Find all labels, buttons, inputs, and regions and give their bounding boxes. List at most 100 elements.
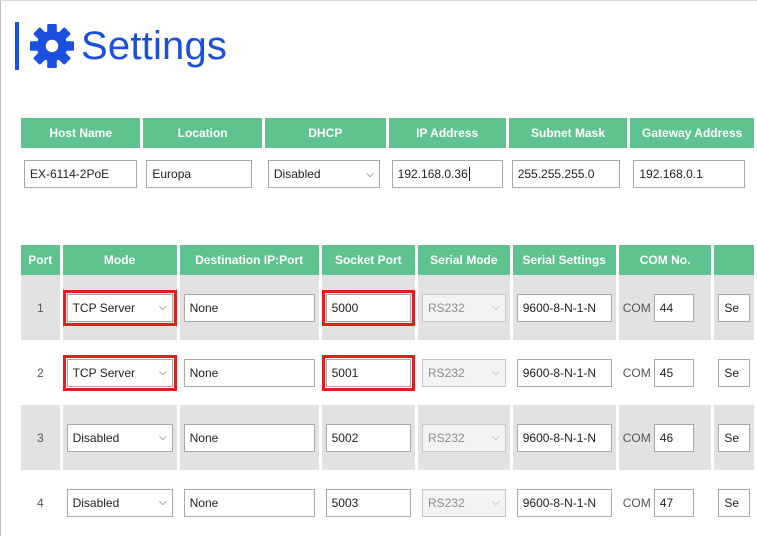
com-cell: COM 47 bbox=[618, 470, 712, 535]
mode-value: TCP Server bbox=[72, 300, 136, 315]
serial-settings-cell: 9600-8-N-1-N bbox=[512, 275, 616, 340]
destination-value: None bbox=[189, 430, 219, 445]
serial-settings-input[interactable]: 9600-8-N-1-N bbox=[516, 423, 612, 452]
mode-value: Disabled bbox=[72, 495, 120, 510]
extra-cell: Se bbox=[714, 470, 754, 535]
header-com-no: COM No. bbox=[618, 245, 712, 275]
mode-select[interactable]: Disabled ⌵ bbox=[66, 423, 173, 452]
destination-input[interactable]: None bbox=[183, 293, 315, 322]
serial-settings-input[interactable]: 9600-8-N-1-N bbox=[516, 293, 612, 322]
serial-mode-cell: RS232 ⌵ bbox=[418, 340, 510, 405]
port-settings-table: Port Mode Destination IP:Port Socket Por… bbox=[18, 245, 757, 535]
com-number-value: 46 bbox=[659, 430, 674, 445]
mode-cell: TCP Server ⌵ bbox=[62, 340, 177, 405]
extra-select[interactable]: Se bbox=[718, 358, 750, 387]
location-input[interactable]: Europa bbox=[146, 160, 253, 188]
serial-mode-select[interactable]: RS232 ⌵ bbox=[422, 488, 506, 517]
page-header: Settings bbox=[15, 18, 227, 74]
com-group: COM 44 bbox=[622, 293, 708, 322]
com-number-input[interactable]: 45 bbox=[653, 358, 694, 387]
socket-port-value: 5001 bbox=[331, 365, 359, 380]
com-number-value: 45 bbox=[659, 365, 674, 380]
com-cell: COM 46 bbox=[618, 405, 712, 470]
ip-address-value: 192.168.0.36 bbox=[397, 167, 468, 181]
header-subnet-mask: Subnet Mask bbox=[508, 118, 628, 148]
socket-cell: 5001 bbox=[321, 340, 416, 405]
gateway-address-value: 192.168.0.1 bbox=[639, 167, 703, 181]
header-serial-mode: Serial Mode bbox=[418, 245, 510, 275]
dhcp-cell: Disabled ⌵ bbox=[265, 148, 386, 200]
chevron-down-icon: ⌵ bbox=[492, 367, 500, 378]
serial-settings-input[interactable]: 9600-8-N-1-N bbox=[516, 358, 612, 387]
window-top-border bbox=[0, 0, 757, 1]
header-dhcp: DHCP bbox=[264, 118, 386, 148]
destination-input[interactable]: None bbox=[183, 488, 315, 517]
location-value: Europa bbox=[152, 167, 192, 181]
com-label: COM bbox=[622, 300, 651, 315]
network-settings-table: Host Name Location DHCP IP Address Subne… bbox=[18, 118, 757, 200]
socket-port-input[interactable]: 5002 bbox=[325, 423, 411, 452]
mode-select[interactable]: TCP Server ⌵ bbox=[62, 354, 177, 391]
com-number-input[interactable]: 44 bbox=[653, 293, 694, 322]
destination-cell: None bbox=[179, 405, 319, 470]
header-mode: Mode bbox=[62, 245, 177, 275]
extra-value: Se bbox=[724, 430, 740, 445]
com-number-input[interactable]: 47 bbox=[653, 488, 694, 517]
port-number: 1 bbox=[21, 275, 60, 340]
subnet-mask-input[interactable]: 255.255.255.0 bbox=[511, 160, 620, 188]
socket-port-input[interactable]: 5000 bbox=[321, 289, 416, 326]
destination-cell: None bbox=[179, 470, 319, 535]
com-cell: COM 45 bbox=[618, 340, 712, 405]
destination-input[interactable]: None bbox=[183, 358, 315, 387]
com-number-input[interactable]: 46 bbox=[653, 423, 694, 452]
destination-cell: None bbox=[179, 275, 319, 340]
mode-select[interactable]: Disabled ⌵ bbox=[66, 488, 173, 517]
socket-cell: 5003 bbox=[321, 470, 415, 535]
mode-select[interactable]: TCP Server ⌵ bbox=[62, 289, 177, 326]
serial-mode-select[interactable]: RS232 ⌵ bbox=[422, 358, 506, 387]
destination-value: None bbox=[189, 300, 219, 315]
table-row: 4 Disabled ⌵ None 5003 RS232 ⌵ 9600-8-N-1-… bbox=[21, 470, 754, 535]
destination-cell: None bbox=[179, 340, 319, 405]
port-header-row: Port Mode Destination IP:Port Socket Por… bbox=[21, 245, 754, 275]
location-cell: Europa bbox=[143, 148, 262, 200]
com-label: COM bbox=[622, 495, 651, 510]
subnet-mask-value: 255.255.255.0 bbox=[517, 167, 595, 181]
host-name-value: EX-6114-2PoE bbox=[30, 167, 110, 181]
com-number-value: 44 bbox=[659, 300, 674, 315]
extra-select[interactable]: Se bbox=[718, 293, 750, 322]
destination-input[interactable]: None bbox=[183, 423, 315, 452]
gateway-address-input[interactable]: 192.168.0.1 bbox=[633, 160, 746, 188]
host-name-input[interactable]: EX-6114-2PoE bbox=[24, 160, 138, 188]
com-group: COM 45 bbox=[622, 358, 708, 387]
com-label: COM bbox=[622, 365, 651, 380]
serial-settings-value: 9600-8-N-1-N bbox=[522, 495, 597, 510]
extra-select[interactable]: Se bbox=[718, 488, 750, 517]
socket-port-input[interactable]: 5001 bbox=[321, 354, 416, 391]
chevron-down-icon: ⌵ bbox=[366, 168, 374, 180]
chevron-down-icon: ⌵ bbox=[492, 302, 500, 313]
ip-address-cell: 192.168.0.36 bbox=[389, 148, 506, 200]
table-row: 1 TCP Server ⌵ None 5000 RS232 ⌵ 9600-8-N-… bbox=[21, 275, 754, 340]
serial-mode-select[interactable]: RS232 ⌵ bbox=[422, 423, 506, 452]
ip-address-input[interactable]: 192.168.0.36 bbox=[391, 160, 503, 188]
serial-mode-select[interactable]: RS232 ⌵ bbox=[422, 293, 506, 322]
dhcp-select[interactable]: Disabled ⌵ bbox=[267, 160, 380, 188]
title-accent-bar bbox=[15, 22, 19, 70]
table-row: 3 Disabled ⌵ None 5002 RS232 ⌵ 9600-8-N-1-… bbox=[21, 405, 754, 470]
socket-port-input[interactable]: 5003 bbox=[325, 488, 411, 517]
gateway-cell: 192.168.0.1 bbox=[630, 148, 754, 200]
destination-value: None bbox=[189, 365, 219, 380]
mode-cell: TCP Server ⌵ bbox=[62, 275, 177, 340]
serial-mode-cell: RS232 ⌵ bbox=[418, 275, 510, 340]
mode-value: Disabled bbox=[72, 430, 120, 445]
socket-port-value: 5000 bbox=[331, 300, 359, 315]
header-gateway-address: Gateway Address bbox=[630, 118, 754, 148]
serial-settings-input[interactable]: 9600-8-N-1-N bbox=[516, 488, 612, 517]
serial-settings-cell: 9600-8-N-1-N bbox=[512, 470, 616, 535]
socket-port-value: 5002 bbox=[331, 430, 359, 445]
serial-mode-cell: RS232 ⌵ bbox=[418, 405, 510, 470]
header-extra bbox=[714, 245, 754, 275]
extra-select[interactable]: Se bbox=[718, 423, 750, 452]
com-group: COM 46 bbox=[623, 423, 708, 452]
